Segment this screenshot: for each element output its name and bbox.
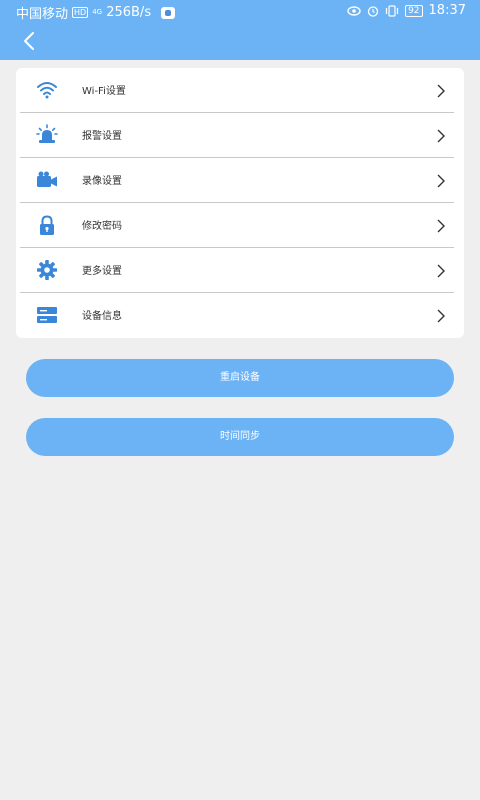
status-bar: 中国移动 HD 4G 256B/s 92 18:37 xyxy=(0,0,480,22)
menu-item-label: 录像设置 xyxy=(82,176,122,187)
menu-item-change-password[interactable]: 修改密码 xyxy=(16,203,464,248)
menu-item-label: 报警设置 xyxy=(82,131,122,142)
server-icon xyxy=(37,307,57,323)
wifi-icon xyxy=(37,82,57,99)
back-button[interactable] xyxy=(18,30,42,52)
battery-level: 92 xyxy=(405,4,423,17)
chevron-right-icon xyxy=(437,219,445,233)
video-camera-icon xyxy=(37,171,57,187)
menu-item-device-info[interactable]: 设备信息 xyxy=(16,293,464,338)
alarm-icon xyxy=(367,5,379,17)
carrier-name: 中国移动 xyxy=(16,7,69,22)
clock: 18:37 xyxy=(428,3,466,18)
chevron-right-icon xyxy=(437,264,445,278)
time-sync-button[interactable]: 时间同步 xyxy=(26,418,454,456)
network-type: 4G xyxy=(92,8,103,16)
menu-item-more-settings[interactable]: 更多设置 xyxy=(16,248,464,293)
chevron-right-icon xyxy=(437,309,445,323)
chevron-right-icon xyxy=(437,129,445,143)
alarm-light-icon xyxy=(36,124,58,143)
network-speed: 256B/s xyxy=(106,5,152,20)
reboot-device-button[interactable]: 重启设备 xyxy=(26,359,454,397)
vibrate-icon xyxy=(385,4,399,17)
menu-item-wifi-settings[interactable]: Wi-Fi设置 xyxy=(16,68,464,113)
hd-badge: HD xyxy=(72,7,89,18)
menu-item-recording-settings[interactable]: 录像设置 xyxy=(16,158,464,203)
menu-item-label: 更多设置 xyxy=(82,266,122,277)
lock-icon xyxy=(40,215,54,235)
settings-card: Wi-Fi设置 报警设置 录像设置 修改密码 更多设置 设备信息 xyxy=(16,68,464,338)
menu-item-label: 修改密码 xyxy=(82,221,122,232)
menu-item-label: 设备信息 xyxy=(82,311,122,322)
chevron-right-icon xyxy=(437,84,445,98)
menu-item-label: Wi-Fi设置 xyxy=(82,86,126,97)
menu-item-alarm-settings[interactable]: 报警设置 xyxy=(16,113,464,158)
chevron-left-icon xyxy=(24,32,34,50)
shield-icon xyxy=(161,6,176,19)
app-header: 中国移动 HD 4G 256B/s 92 18:37 xyxy=(0,0,480,60)
chevron-right-icon xyxy=(437,174,445,188)
gear-icon xyxy=(37,260,57,280)
eye-icon xyxy=(347,5,361,16)
